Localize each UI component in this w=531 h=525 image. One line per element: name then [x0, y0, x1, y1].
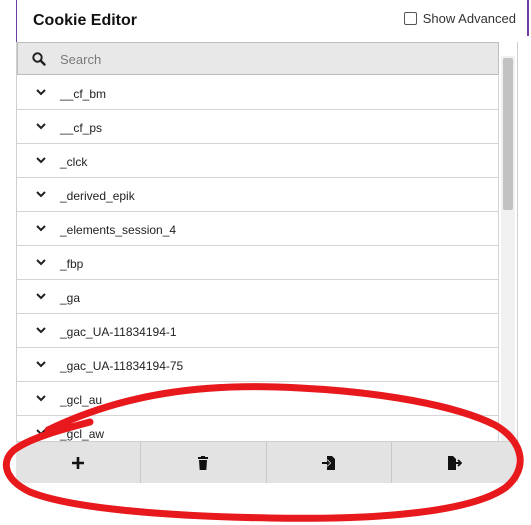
- list-item[interactable]: _elements_session_4: [17, 212, 499, 246]
- cookie-name: __cf_ps: [60, 121, 103, 135]
- show-advanced-label: Show Advanced: [422, 11, 516, 26]
- chevron-down-icon[interactable]: [35, 86, 47, 98]
- cookie-name: __cf_bm: [60, 87, 107, 101]
- chevron-down-icon[interactable]: [35, 290, 47, 302]
- export-icon: [447, 455, 462, 470]
- header: Cookie Editor Show Advanced: [16, 0, 516, 42]
- chevron-down-icon[interactable]: [35, 120, 47, 132]
- cookie-name: _derived_epik: [60, 189, 135, 203]
- cookie-name: _elements_session_4: [60, 223, 177, 237]
- cookie-name: _gcl_au: [60, 393, 103, 407]
- list-item[interactable]: _fbp: [17, 246, 499, 280]
- page-title: Cookie Editor: [33, 12, 138, 29]
- trash-icon: [198, 455, 209, 470]
- list-item[interactable]: _ga: [17, 280, 499, 314]
- chevron-down-icon[interactable]: [35, 324, 47, 336]
- list-item[interactable]: __cf_bm: [17, 76, 499, 110]
- cookie-list: __cf_bm __cf_ps _clck _derived_epik _ele…: [17, 76, 499, 450]
- list-item[interactable]: _clck: [17, 144, 499, 178]
- list-item[interactable]: _gcl_au: [17, 382, 499, 416]
- list-item[interactable]: _derived_epik: [17, 178, 499, 212]
- chevron-down-icon[interactable]: [35, 154, 47, 166]
- cookie-name: _gac_UA-11834194-1: [60, 325, 177, 339]
- chevron-down-icon[interactable]: [35, 358, 47, 370]
- import-icon: [321, 455, 335, 470]
- search-input[interactable]: Search: [60, 52, 101, 67]
- list-item[interactable]: _gac_UA-11834194-75: [17, 348, 499, 382]
- show-advanced-checkbox[interactable]: [403, 12, 417, 25]
- cookie-name: _fbp: [60, 257, 84, 271]
- import-button[interactable]: [267, 442, 392, 483]
- cookie-name: _ga: [60, 291, 81, 305]
- cookie-panel: Search __cf_bm __cf_ps _clck _derived_ep…: [16, 42, 518, 482]
- list-item[interactable]: __cf_ps: [17, 110, 499, 144]
- search-bar[interactable]: Search: [17, 42, 499, 75]
- chevron-down-icon[interactable]: [35, 392, 47, 404]
- frame-right-edge: [527, 0, 529, 36]
- search-icon: [32, 52, 46, 66]
- bottom-toolbar: [16, 441, 516, 483]
- delete-all-button[interactable]: [141, 442, 267, 483]
- chevron-down-icon[interactable]: [35, 426, 47, 438]
- cookie-name: _gac_UA-11834194-75: [60, 359, 184, 373]
- chevron-down-icon[interactable]: [35, 222, 47, 234]
- chevron-down-icon[interactable]: [35, 188, 47, 200]
- cookie-name: _clck: [60, 155, 88, 169]
- export-button[interactable]: [392, 442, 516, 483]
- list-item[interactable]: _gac_UA-11834194-1: [17, 314, 499, 348]
- show-advanced-toggle[interactable]: Show Advanced: [403, 11, 516, 26]
- chevron-down-icon[interactable]: [35, 256, 47, 268]
- plus-icon: [72, 456, 85, 469]
- scrollbar-thumb[interactable]: [503, 58, 513, 210]
- add-cookie-button[interactable]: [16, 442, 142, 483]
- cookie-name: _gcl_aw: [60, 427, 105, 441]
